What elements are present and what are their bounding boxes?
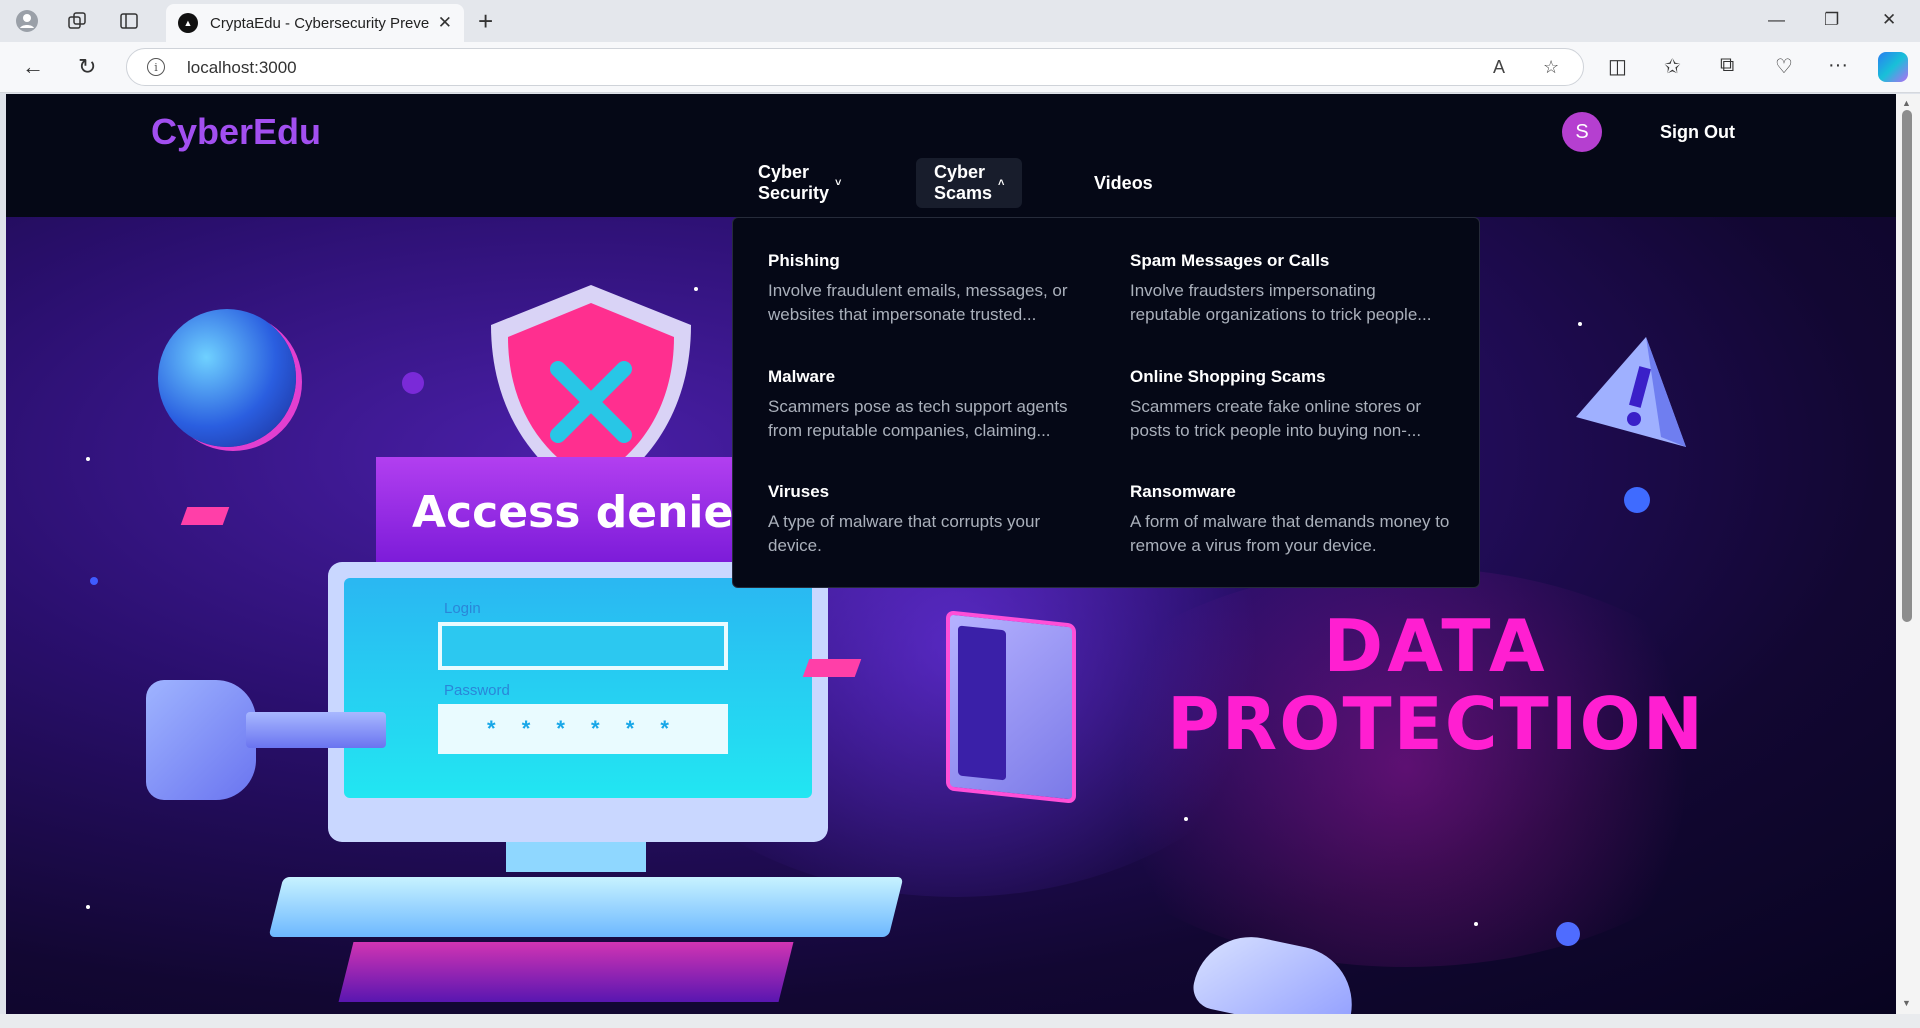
hero-title-line1: DATA <box>1323 604 1549 688</box>
address-toolbar: ← ↻ i localhost:3000 A ☆ ◫ ✩ ⧉ ♡ ··· <box>0 42 1920 93</box>
chevron-down-icon: ˅ <box>835 177 842 189</box>
nav-label: Cyber Scams <box>934 162 993 203</box>
password-label: Password <box>444 682 510 699</box>
page-scrollbar[interactable]: ▲ ▼ <box>1896 94 1920 1014</box>
password-mask: * * * * * * <box>487 716 679 741</box>
close-window-icon[interactable]: ✕ <box>1882 10 1896 30</box>
nav-label: Videos <box>1094 172 1153 193</box>
orb-decoration <box>1556 922 1580 946</box>
key-illustration <box>146 680 256 800</box>
profile-icon[interactable] <box>14 9 40 33</box>
dropdown-item-malware[interactable]: Malware Scammers pose as tech support ag… <box>768 367 1088 443</box>
orb-decoration <box>802 659 862 677</box>
orb-decoration <box>180 507 230 525</box>
dropdown-item-desc: A form of malware that demands money to … <box>1130 512 1450 555</box>
globe-illustration <box>158 309 296 447</box>
keyboard-glow <box>338 942 794 1002</box>
dropdown-item-title: Online Shopping Scams <box>1130 367 1326 386</box>
dropdown-item-ransomware[interactable]: Ransomware A form of malware that demand… <box>1130 482 1450 558</box>
password-field-illustration: * * * * * * <box>438 704 728 754</box>
phone-illustration <box>946 610 1076 804</box>
dropdown-item-desc: Scammers create fake online stores or po… <box>1130 397 1422 440</box>
favorites-icon[interactable]: ✩ <box>1664 54 1681 79</box>
dropdown-item-desc: Scammers pose as tech support agents fro… <box>768 397 1068 440</box>
restore-icon[interactable]: ❐ <box>1824 10 1839 30</box>
monitor-illustration: Login Password * * * * * * <box>328 562 828 842</box>
dropdown-item-desc: Involve fraudsters impersonating reputab… <box>1130 281 1432 324</box>
dropdown-item-title: Phishing <box>768 251 840 270</box>
dropdown-item-title: Ransomware <box>1130 482 1236 501</box>
login-field-illustration <box>438 622 728 670</box>
chevron-up-icon: ˄ <box>998 177 1005 189</box>
copilot-icon[interactable] <box>1878 52 1908 82</box>
favorite-star-icon[interactable]: ☆ <box>1543 57 1559 78</box>
cyber-scams-dropdown: Phishing Involve fraudulent emails, mess… <box>732 217 1480 588</box>
monitor-stand <box>506 842 646 872</box>
new-tab-icon[interactable]: + <box>478 6 493 37</box>
dropdown-item-title: Viruses <box>768 482 830 501</box>
dropdown-item-title: Spam Messages or Calls <box>1130 251 1330 270</box>
active-tab[interactable]: ▲ CryptaEdu - Cybersecurity Preven ✕ <box>166 4 464 42</box>
login-label: Login <box>444 600 481 617</box>
orb-decoration <box>1624 487 1650 513</box>
access-denied-text: Access denie <box>412 486 734 538</box>
browser-essentials-icon[interactable]: ♡ <box>1775 54 1793 79</box>
address-bar[interactable]: i localhost:3000 A ☆ <box>126 48 1584 86</box>
read-aloud-icon[interactable]: A <box>1493 57 1505 78</box>
site-header: CyberEdu S Sign Out Cyber Security ˅ Cyb… <box>6 94 1896 217</box>
keyboard-illustration <box>268 877 904 937</box>
nav-label: Cyber Security <box>758 162 830 203</box>
dropdown-item-phishing[interactable]: Phishing Involve fraudulent emails, mess… <box>768 251 1088 327</box>
hero-title-line2: PROTECTION <box>1167 682 1705 766</box>
browser-tab-strip: ▲ CryptaEdu - Cybersecurity Preven ✕ + —… <box>0 0 1920 42</box>
tab-title: CryptaEdu - Cybersecurity Preven <box>210 14 430 32</box>
orb-decoration <box>402 372 424 394</box>
scroll-up-icon[interactable]: ▲ <box>1902 98 1911 108</box>
nav-cyber-scams[interactable]: Cyber Scams ˄ <box>916 158 1023 208</box>
vertical-tabs-icon[interactable] <box>116 9 142 33</box>
nav-videos[interactable]: Videos <box>1076 158 1171 208</box>
more-menu-icon[interactable]: ··· <box>1828 54 1848 77</box>
url-text[interactable]: localhost:3000 <box>187 58 297 78</box>
site-logo[interactable]: CyberEdu <box>151 111 321 153</box>
sign-out-button[interactable]: Sign Out <box>1660 122 1735 143</box>
collections-icon[interactable]: ⧉ <box>1720 54 1734 77</box>
dropdown-item-desc: A type of malware that corrupts your dev… <box>768 512 1041 555</box>
minimize-icon[interactable]: — <box>1768 10 1785 30</box>
workspaces-icon[interactable] <box>64 9 90 33</box>
dropdown-item-title: Malware <box>768 367 836 386</box>
dropdown-item-spam[interactable]: Spam Messages or Calls Involve fraudster… <box>1130 251 1450 327</box>
avatar[interactable]: S <box>1562 112 1602 152</box>
split-screen-icon[interactable]: ◫ <box>1608 54 1627 79</box>
site-favicon-icon: ▲ <box>178 13 198 33</box>
window-bottom-edge <box>0 1014 1920 1028</box>
refresh-icon[interactable]: ↻ <box>78 54 96 80</box>
scrollbar-thumb[interactable] <box>1902 110 1912 622</box>
dropdown-item-desc: Involve fraudulent emails, messages, or … <box>768 281 1068 324</box>
hero-title: DATA PROTECTION <box>1106 607 1766 763</box>
close-tab-icon[interactable]: ✕ <box>438 13 452 33</box>
nav-cyber-security[interactable]: Cyber Security ˅ <box>740 158 859 208</box>
site-info-icon[interactable]: i <box>147 58 165 76</box>
access-denied-banner: Access denie <box>376 457 736 567</box>
dropdown-item-viruses[interactable]: Viruses A type of malware that corrupts … <box>768 482 1088 558</box>
page-viewport: Access denie Login Password * * * * * * <box>6 94 1896 1014</box>
warning-triangle-icon <box>1576 337 1686 447</box>
key-shaft <box>246 712 386 748</box>
back-icon[interactable]: ← <box>22 54 44 80</box>
scroll-down-icon[interactable]: ▼ <box>1902 998 1911 1008</box>
dropdown-item-online-shopping[interactable]: Online Shopping Scams Scammers create fa… <box>1130 367 1450 443</box>
